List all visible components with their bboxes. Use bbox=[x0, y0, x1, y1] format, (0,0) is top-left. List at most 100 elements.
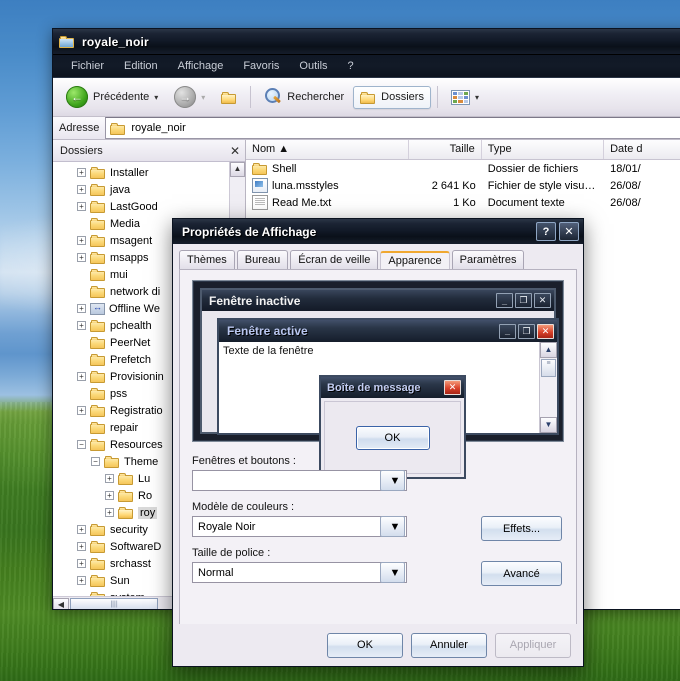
tree-node[interactable]: +java bbox=[53, 181, 229, 198]
close-icon[interactable]: ✕ bbox=[230, 144, 240, 158]
preview-inactive-window: Fenêtre inactive _ ❐ ✕ Fenêtre active _ … bbox=[200, 288, 556, 434]
hscroll-thumb[interactable]: |||| bbox=[70, 598, 158, 610]
close-icon[interactable]: ✕ bbox=[559, 222, 579, 241]
tree-node-label: security bbox=[110, 524, 148, 536]
windows-buttons-label: Fenêtres et boutons : bbox=[192, 455, 296, 467]
expand-icon[interactable]: + bbox=[77, 185, 86, 194]
cell-date: 26/08/ bbox=[604, 197, 680, 209]
expand-icon[interactable]: + bbox=[77, 372, 86, 381]
back-dropdown-caret[interactable]: ▾ bbox=[154, 93, 158, 102]
explorer-title: royale_noir bbox=[82, 35, 149, 49]
menu-item-outils[interactable]: Outils bbox=[289, 57, 337, 75]
address-input[interactable]: royale_noir bbox=[105, 117, 680, 139]
chevron-down-icon[interactable]: ▼ bbox=[380, 470, 405, 491]
folders-button[interactable]: Dossiers bbox=[353, 86, 431, 109]
expand-icon[interactable]: + bbox=[77, 253, 86, 262]
advanced-button[interactable]: Avancé bbox=[481, 561, 562, 586]
tree-node[interactable]: +Installer bbox=[53, 164, 229, 181]
folder-icon bbox=[118, 472, 134, 485]
tab-bureau[interactable]: Bureau bbox=[237, 250, 288, 269]
maximize-icon[interactable]: ❐ bbox=[518, 324, 535, 339]
column-header-date[interactable]: Date d bbox=[604, 140, 680, 159]
expand-icon[interactable]: + bbox=[105, 508, 114, 517]
preview-active-window: Fenêtre active _ ❐ ✕ Texte de la fenêtre… bbox=[217, 318, 559, 435]
minimize-icon[interactable]: _ bbox=[496, 293, 513, 308]
scroll-left-icon[interactable]: ◀ bbox=[53, 598, 69, 611]
collapse-icon[interactable]: − bbox=[77, 440, 86, 449]
expand-icon[interactable]: + bbox=[77, 559, 86, 568]
tree-spacer bbox=[77, 338, 86, 347]
table-row[interactable]: luna.msstyles2 641 KoFichier de style vi… bbox=[246, 177, 680, 194]
expand-icon[interactable]: + bbox=[77, 576, 86, 585]
views-dropdown-caret[interactable]: ▾ bbox=[475, 93, 479, 102]
scroll-up-icon[interactable]: ▲ bbox=[540, 342, 557, 358]
expand-icon[interactable]: + bbox=[77, 202, 86, 211]
maximize-icon[interactable]: ❐ bbox=[515, 293, 532, 308]
expand-icon[interactable]: + bbox=[77, 168, 86, 177]
collapse-icon[interactable]: − bbox=[91, 457, 100, 466]
preview-scroll-thumb[interactable]: ≡ bbox=[541, 359, 556, 377]
expand-icon[interactable]: + bbox=[105, 491, 114, 500]
preview-msgbox-body: OK bbox=[324, 401, 461, 474]
cancel-button[interactable]: Annuler bbox=[411, 633, 487, 658]
forward-dropdown-caret[interactable]: ▾ bbox=[201, 93, 205, 102]
forward-button[interactable]: → ▾ bbox=[167, 81, 212, 113]
tree-node-label: pss bbox=[110, 388, 127, 400]
tree-node-label: pchealth bbox=[110, 320, 152, 332]
folder-icon bbox=[90, 285, 106, 298]
explorer-titlebar: royale_noir bbox=[53, 29, 680, 55]
preview-message-box: Boîte de message ✕ OK bbox=[319, 375, 466, 479]
tab-th-mes[interactable]: Thèmes bbox=[179, 250, 235, 269]
folder-icon bbox=[90, 438, 106, 451]
table-row[interactable]: ShellDossier de fichiers18/01/ bbox=[246, 160, 680, 177]
font-size-combo[interactable]: Normal ▼ bbox=[192, 562, 407, 583]
tree-node-label: Resources bbox=[110, 439, 163, 451]
expand-icon[interactable]: + bbox=[77, 321, 86, 330]
column-header-size[interactable]: Taille bbox=[409, 140, 482, 159]
expand-icon[interactable]: + bbox=[77, 525, 86, 534]
windows-buttons-combo[interactable]: ▼ bbox=[192, 470, 407, 491]
back-button[interactable]: ← Précédente ▾ bbox=[59, 81, 165, 113]
expand-icon[interactable]: + bbox=[77, 304, 86, 313]
preview-scrollbar[interactable]: ▲ ≡ ▼ bbox=[539, 342, 557, 433]
expand-icon[interactable]: + bbox=[77, 406, 86, 415]
help-button[interactable]: ? bbox=[536, 222, 556, 241]
table-row[interactable]: Read Me.txt1 KoDocument texte26/08/ bbox=[246, 194, 680, 211]
scroll-up-icon[interactable]: ▲ bbox=[230, 162, 245, 177]
tab-apparence[interactable]: Apparence bbox=[380, 251, 449, 270]
expand-icon[interactable]: + bbox=[77, 236, 86, 245]
up-button[interactable] bbox=[214, 86, 244, 109]
effects-button[interactable]: Effets... bbox=[481, 516, 562, 541]
tree-node-label: SoftwareD bbox=[110, 541, 161, 553]
views-button[interactable]: ▾ bbox=[444, 85, 486, 110]
expand-icon[interactable]: + bbox=[77, 542, 86, 551]
minimize-icon[interactable]: _ bbox=[499, 324, 516, 339]
search-button[interactable]: Rechercher bbox=[257, 83, 351, 111]
scroll-down-icon[interactable]: ▼ bbox=[540, 417, 557, 433]
chevron-down-icon[interactable]: ▼ bbox=[380, 516, 405, 537]
close-icon[interactable]: ✕ bbox=[534, 293, 551, 308]
preview-ok-button[interactable]: OK bbox=[356, 426, 430, 450]
color-scheme-combo[interactable]: Royale Noir ▼ bbox=[192, 516, 407, 537]
menu-item-help[interactable]: ? bbox=[338, 57, 364, 75]
chevron-down-icon[interactable]: ▼ bbox=[380, 562, 405, 583]
menu-item-fichier[interactable]: Fichier bbox=[61, 57, 114, 75]
cell-name-label: Shell bbox=[272, 163, 296, 175]
text-file-icon bbox=[252, 195, 268, 210]
preview-inactive-buttons: _ ❐ ✕ bbox=[496, 293, 551, 308]
menu-item-edition[interactable]: Edition bbox=[114, 57, 168, 75]
menu-item-favoris[interactable]: Favoris bbox=[233, 57, 289, 75]
menu-item-affichage[interactable]: Affichage bbox=[168, 57, 234, 75]
expand-icon[interactable]: + bbox=[105, 474, 114, 483]
close-icon[interactable]: ✕ bbox=[444, 380, 461, 395]
cell-date: 18/01/ bbox=[604, 163, 680, 175]
ok-button[interactable]: OK bbox=[327, 633, 403, 658]
display-properties-dialog: Propriétés de Affichage ? ✕ ThèmesBureau… bbox=[172, 218, 584, 667]
column-header-name[interactable]: Nom ▲ bbox=[246, 140, 409, 159]
column-header-type[interactable]: Type bbox=[482, 140, 604, 159]
tree-node[interactable]: +LastGood bbox=[53, 198, 229, 215]
tab-param-tres[interactable]: Paramètres bbox=[452, 250, 525, 269]
tree-node-label: Registratio bbox=[110, 405, 163, 417]
close-icon[interactable]: ✕ bbox=[537, 324, 554, 339]
tab-cran-de-veille[interactable]: Écran de veille bbox=[290, 250, 378, 269]
